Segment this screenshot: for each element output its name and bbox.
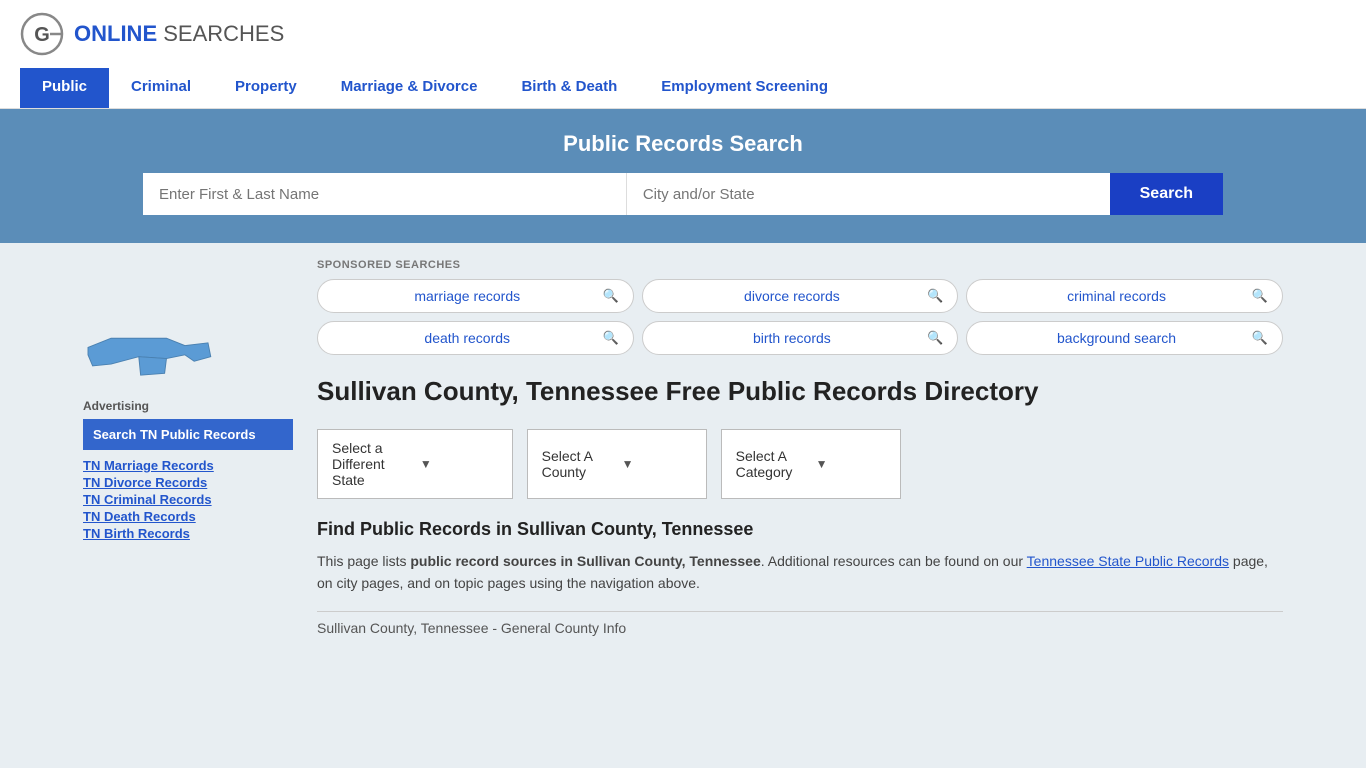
logo-icon: G [20,12,64,56]
county-dropdown-arrow-icon: ▼ [622,457,692,471]
search-banner: Public Records Search Search [0,109,1366,243]
search-button[interactable]: Search [1110,173,1223,215]
find-records-text: This page lists public record sources in… [317,550,1283,595]
sidebar-links: TN Marriage Records TN Divorce Records T… [83,458,293,541]
site-header: G ONLINE SEARCHES Public Criminal Proper… [0,0,1366,109]
search-tag-text-2: criminal records [981,288,1251,304]
search-tag-text-0: marriage records [332,288,602,304]
search-icon-1: 🔍 [927,288,943,304]
state-dropdown-arrow-icon: ▼ [420,457,498,471]
dropdowns-row: Select a Different State ▼ Select A Coun… [317,429,1283,499]
find-records-heading: Find Public Records in Sullivan County, … [317,519,1283,540]
find-text-part1: This page lists [317,553,410,569]
state-map [83,259,293,399]
search-tag-4[interactable]: birth records 🔍 [642,321,959,355]
search-tag-text-3: death records [332,330,602,346]
category-dropdown[interactable]: Select A Category ▼ [721,429,901,499]
sidebar-ad-active[interactable]: Search TN Public Records [83,419,293,450]
nav-item-birth-death[interactable]: Birth & Death [499,68,639,108]
search-icon-2: 🔍 [1252,288,1268,304]
category-dropdown-arrow-icon: ▼ [816,457,886,471]
sidebar-link-0[interactable]: TN Marriage Records [83,458,293,473]
find-text-part2: . Additional resources can be found on o… [761,553,1027,569]
location-input[interactable] [627,173,1110,215]
advertising-label: Advertising [83,399,293,413]
general-info-label: Sullivan County, Tennessee - General Cou… [317,620,1283,636]
logo-area: G ONLINE SEARCHES [20,12,1346,56]
search-tag-2[interactable]: criminal records 🔍 [966,279,1283,313]
nav-item-criminal[interactable]: Criminal [109,68,213,108]
nav-item-employment[interactable]: Employment Screening [639,68,850,108]
sponsored-label: SPONSORED SEARCHES [317,259,1283,271]
search-tag-5[interactable]: background search 🔍 [966,321,1283,355]
state-dropdown[interactable]: Select a Different State ▼ [317,429,513,499]
category-dropdown-label: Select A Category [736,448,806,480]
nav-item-marriage-divorce[interactable]: Marriage & Divorce [319,68,500,108]
directory-heading: Sullivan County, Tennessee Free Public R… [317,375,1283,409]
search-icon-0: 🔍 [602,288,618,304]
search-tags: marriage records 🔍 divorce records 🔍 cri… [317,279,1283,355]
sidebar: Advertising Search TN Public Records TN … [83,259,293,636]
search-tag-text-4: birth records [657,330,927,346]
sidebar-link-3[interactable]: TN Death Records [83,509,293,524]
svg-text:G: G [34,24,50,46]
search-tag-text-5: background search [981,330,1251,346]
search-icon-3: 🔍 [602,330,618,346]
main-container: Advertising Search TN Public Records TN … [63,243,1303,652]
find-records-link[interactable]: Tennessee State Public Records [1027,553,1229,569]
main-nav: Public Criminal Property Marriage & Divo… [20,68,1346,108]
search-tag-text-1: divorce records [657,288,927,304]
content-area: SPONSORED SEARCHES marriage records 🔍 di… [317,259,1283,636]
find-text-bold: public record sources in Sullivan County… [410,553,760,569]
sidebar-link-1[interactable]: TN Divorce Records [83,475,293,490]
nav-item-property[interactable]: Property [213,68,319,108]
search-tag-1[interactable]: divorce records 🔍 [642,279,959,313]
sidebar-link-2[interactable]: TN Criminal Records [83,492,293,507]
search-icon-5: 🔍 [1252,330,1268,346]
search-banner-title: Public Records Search [20,131,1346,157]
search-tag-3[interactable]: death records 🔍 [317,321,634,355]
tennessee-shape-icon [83,329,213,389]
search-form: Search [143,173,1223,215]
logo-text: ONLINE SEARCHES [74,21,284,47]
nav-item-public[interactable]: Public [20,68,109,108]
county-dropdown[interactable]: Select A County ▼ [527,429,707,499]
search-icon-4: 🔍 [927,330,943,346]
sidebar-link-4[interactable]: TN Birth Records [83,526,293,541]
section-divider [317,611,1283,612]
state-dropdown-label: Select a Different State [332,440,410,488]
county-dropdown-label: Select A County [542,448,612,480]
name-input[interactable] [143,173,627,215]
search-tag-0[interactable]: marriage records 🔍 [317,279,634,313]
